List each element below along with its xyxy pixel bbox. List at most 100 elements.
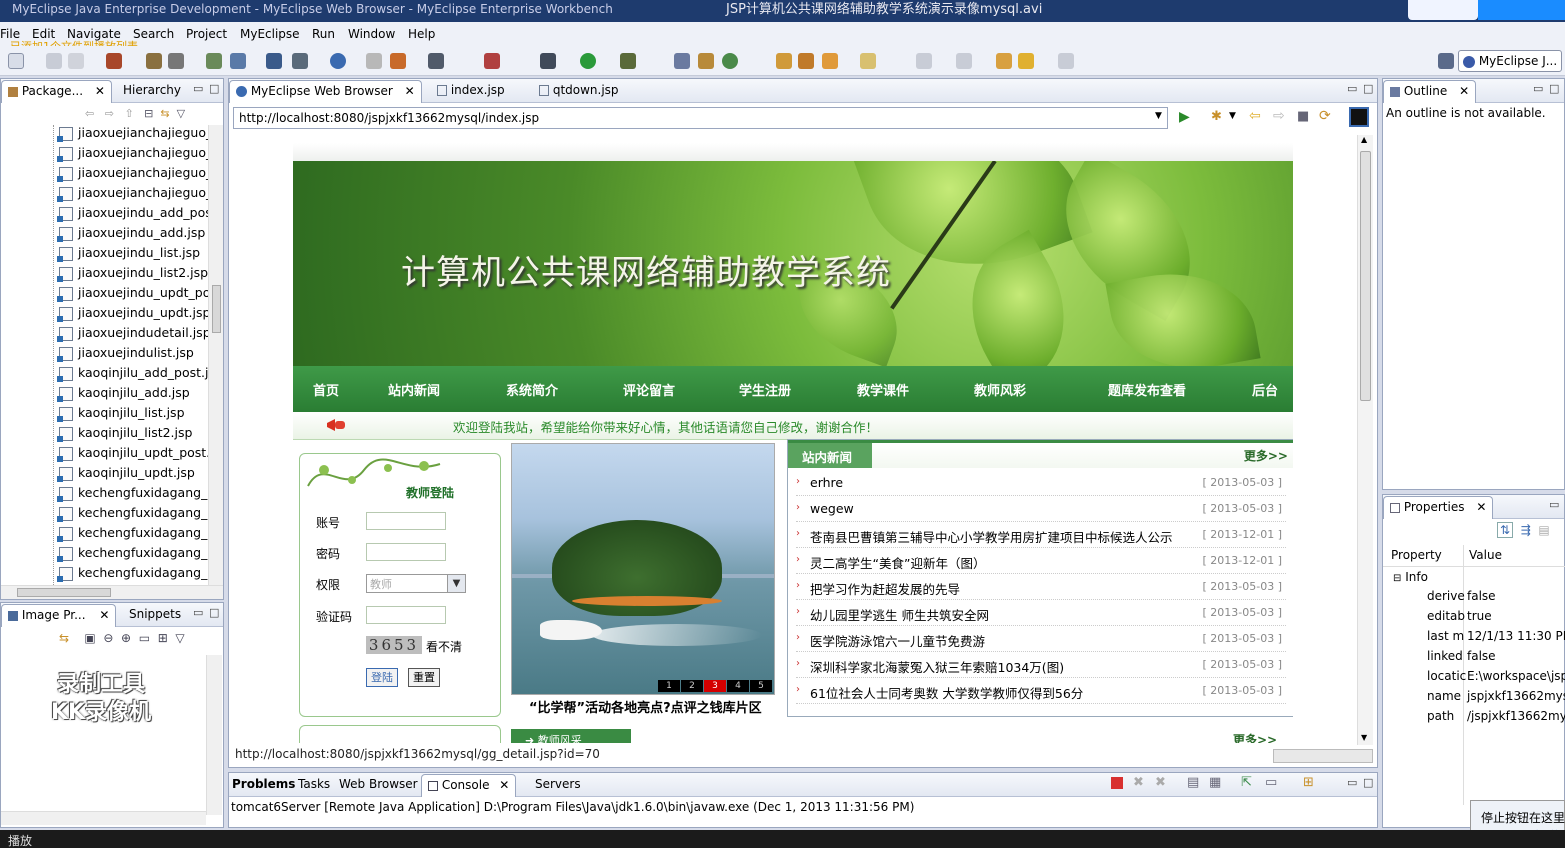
- tab-qtdown-jsp[interactable]: qtdown.jsp: [539, 83, 619, 97]
- nav-comments[interactable]: 评论留言: [623, 380, 675, 399]
- external-tools-icon[interactable]: [620, 53, 636, 69]
- last-edit-icon[interactable]: [996, 53, 1012, 69]
- news-item-title[interactable]: 61位社会人士同考奥数 大学数学教师仅得到56分: [810, 683, 1083, 702]
- news-item-title[interactable]: 把学习作为赶超发展的先导: [810, 579, 960, 598]
- forward-icon[interactable]: ⇨: [105, 107, 114, 120]
- news-item[interactable]: › wegew [ 2013-05-03 ]: [796, 496, 1286, 522]
- remove-launch-icon[interactable]: ✖: [1133, 775, 1144, 790]
- scroll-down-icon[interactable]: ▼: [1361, 733, 1367, 742]
- news-item-title[interactable]: 灵二高学生“美食”迎新年（图）: [810, 553, 985, 572]
- news-item[interactable]: › 医学院游泳馆六一儿童节免费游 [ 2013-05-03 ]: [796, 626, 1286, 652]
- new-package-icon[interactable]: [698, 53, 714, 69]
- captcha-refresh-link[interactable]: 看不清: [426, 638, 462, 655]
- minimize-icon[interactable]: ▭: [1549, 498, 1559, 511]
- tab-console[interactable]: Console ✕: [421, 774, 517, 797]
- news-item[interactable]: › 深圳科学家北海蒙冤入狱三年索赔1034万(图) [ 2013-05-03 ]: [796, 652, 1286, 678]
- slider-page-4[interactable]: 4: [727, 680, 749, 692]
- terminate-icon[interactable]: [1111, 777, 1123, 789]
- news-item[interactable]: › 苍南县巴曹镇第三辅导中心小学教学用房扩建项目中标候选人公示 [ 2013-12-…: [796, 522, 1286, 548]
- menu-search[interactable]: Search: [133, 27, 174, 41]
- collapse-icon[interactable]: ⊟: [1393, 573, 1401, 584]
- tab-tasks[interactable]: Tasks: [298, 777, 330, 791]
- property-row[interactable]: path/jspjxkf13662mys: [1383, 709, 1565, 729]
- nav-question-bank[interactable]: 题库发布查看: [1108, 380, 1186, 399]
- package-icon[interactable]: [266, 53, 282, 69]
- slider-page-2[interactable]: 2: [681, 680, 703, 692]
- scroll-thumb[interactable]: [1360, 151, 1371, 401]
- minimize-icon[interactable]: ▭: [193, 606, 203, 619]
- close-icon[interactable]: ✕: [1459, 84, 1469, 98]
- minimize-icon[interactable]: ▭: [193, 82, 203, 95]
- file-tree-item[interactable]: jiaoxuejindu_add_pos: [57, 205, 208, 225]
- file-tree-item[interactable]: kaoqinjilu_list.jsp: [57, 405, 185, 425]
- preview-horizontal-scrollbar[interactable]: [1, 811, 206, 825]
- player-widget[interactable]: [1408, 0, 1478, 20]
- file-tree-item[interactable]: jiaoxuejindulist.jsp: [57, 345, 194, 365]
- property-row[interactable]: name jspjxkf13662mys: [1383, 689, 1565, 709]
- restore-default-icon[interactable]: ▤: [1538, 523, 1549, 537]
- nav-teachers[interactable]: 教师风彩: [974, 380, 1026, 399]
- annotation-icon[interactable]: [860, 53, 876, 69]
- view-menu-icon[interactable]: ▽: [175, 631, 184, 645]
- news-item[interactable]: › 61位社会人士同考奥数 大学数学教师仅得到56分 [ 2013-05-03 ]: [796, 678, 1286, 704]
- link-editor-icon[interactable]: ⇆: [160, 107, 169, 120]
- close-icon[interactable]: ✕: [99, 608, 109, 622]
- menu-project[interactable]: Project: [186, 27, 227, 41]
- news-more-link[interactable]: 更多>>: [1244, 447, 1288, 464]
- forward-icon[interactable]: ⇨: [1273, 108, 1285, 124]
- property-row[interactable]: last m 12/1/13 11:30 PM: [1383, 629, 1565, 649]
- open-console-icon[interactable]: ⊞: [1303, 775, 1314, 790]
- account-input[interactable]: [366, 512, 446, 530]
- password-input[interactable]: [366, 543, 446, 561]
- tab-outline[interactable]: Outline ✕: [1383, 80, 1477, 103]
- task-icon[interactable]: [822, 53, 838, 69]
- maximize-icon[interactable]: □: [1549, 82, 1559, 95]
- menu-myeclipse[interactable]: MyEclipse: [240, 27, 300, 41]
- slider-page-3[interactable]: 3: [704, 680, 726, 692]
- file-tree-item[interactable]: jiaoxuejianchajieguo_: [57, 165, 208, 185]
- nav-admin[interactable]: 后台: [1252, 380, 1278, 399]
- actual-size-icon[interactable]: ▭: [139, 631, 150, 645]
- preview-vertical-scrollbar[interactable]: [206, 655, 222, 815]
- file-tree-item[interactable]: kaoqinjilu_list2.jsp: [57, 425, 192, 445]
- tab-hierarchy[interactable]: Hierarchy: [123, 83, 181, 97]
- news-item[interactable]: › erhre [ 2013-05-03 ]: [796, 470, 1286, 496]
- file-tree-item[interactable]: kechengfuxidagang_a: [57, 505, 208, 525]
- property-row[interactable]: derive false: [1383, 589, 1565, 609]
- file-tree-item[interactable]: jiaoxuejianchajieguo_l: [57, 125, 208, 145]
- login-button[interactable]: 登陆: [366, 668, 398, 687]
- bookmark-icon[interactable]: ✱: [1211, 109, 1222, 124]
- go-icon[interactable]: ▶: [1179, 109, 1190, 125]
- nav-register[interactable]: 学生注册: [739, 380, 791, 399]
- menu-window[interactable]: Window: [348, 27, 395, 41]
- url-dropdown-icon[interactable]: ▼: [1155, 111, 1162, 121]
- slider-page-5[interactable]: 5: [750, 680, 772, 692]
- tab-web-browser-view[interactable]: Web Browser: [339, 777, 418, 791]
- file-tree-item[interactable]: kechengfuxidagang_a: [57, 485, 208, 505]
- browser-vertical-scrollbar[interactable]: ▲ ▼: [1357, 135, 1373, 745]
- file-tree-item[interactable]: jiaoxuejindu_add.jsp: [57, 225, 205, 245]
- globe-icon[interactable]: [330, 53, 346, 69]
- new-icon[interactable]: [8, 53, 24, 69]
- maximize-icon[interactable]: □: [209, 606, 219, 619]
- news-item-title[interactable]: wegew: [810, 501, 854, 516]
- scroll-thumb[interactable]: [17, 588, 111, 597]
- scroll-lock-icon[interactable]: ▦: [1209, 775, 1221, 790]
- photo-caption[interactable]: “比学帮”活动各地亮点?点评之钱库片区: [529, 697, 762, 716]
- file-tree-item[interactable]: jiaoxuejianchajieguo_l: [57, 145, 208, 165]
- news-item-title[interactable]: 深圳科学家北海蒙冤入狱三年索赔1034万(图): [810, 657, 1064, 676]
- wizard-icon[interactable]: [484, 53, 500, 69]
- refresh-icon[interactable]: ⟳: [1319, 108, 1331, 124]
- search-tool-icon[interactable]: [798, 53, 814, 69]
- remove-all-icon[interactable]: ✖: [1155, 775, 1166, 790]
- close-icon[interactable]: ✕: [499, 778, 509, 792]
- open-icon[interactable]: [366, 53, 382, 69]
- explorer-horizontal-scrollbar[interactable]: [1, 585, 223, 599]
- tab-snippets[interactable]: Snippets: [129, 607, 181, 621]
- news-item-title[interactable]: erhre: [810, 475, 843, 490]
- property-row[interactable]: locatic E:\workspace\jsp: [1383, 669, 1565, 689]
- file-tree-item[interactable]: kaoqinjilu_updt.jsp: [57, 465, 195, 485]
- bookmark-dropdown-icon[interactable]: ▼: [1229, 111, 1236, 121]
- slider-page-1[interactable]: 1: [658, 680, 680, 692]
- tab-package-explorer[interactable]: Package... ✕: [1, 80, 112, 103]
